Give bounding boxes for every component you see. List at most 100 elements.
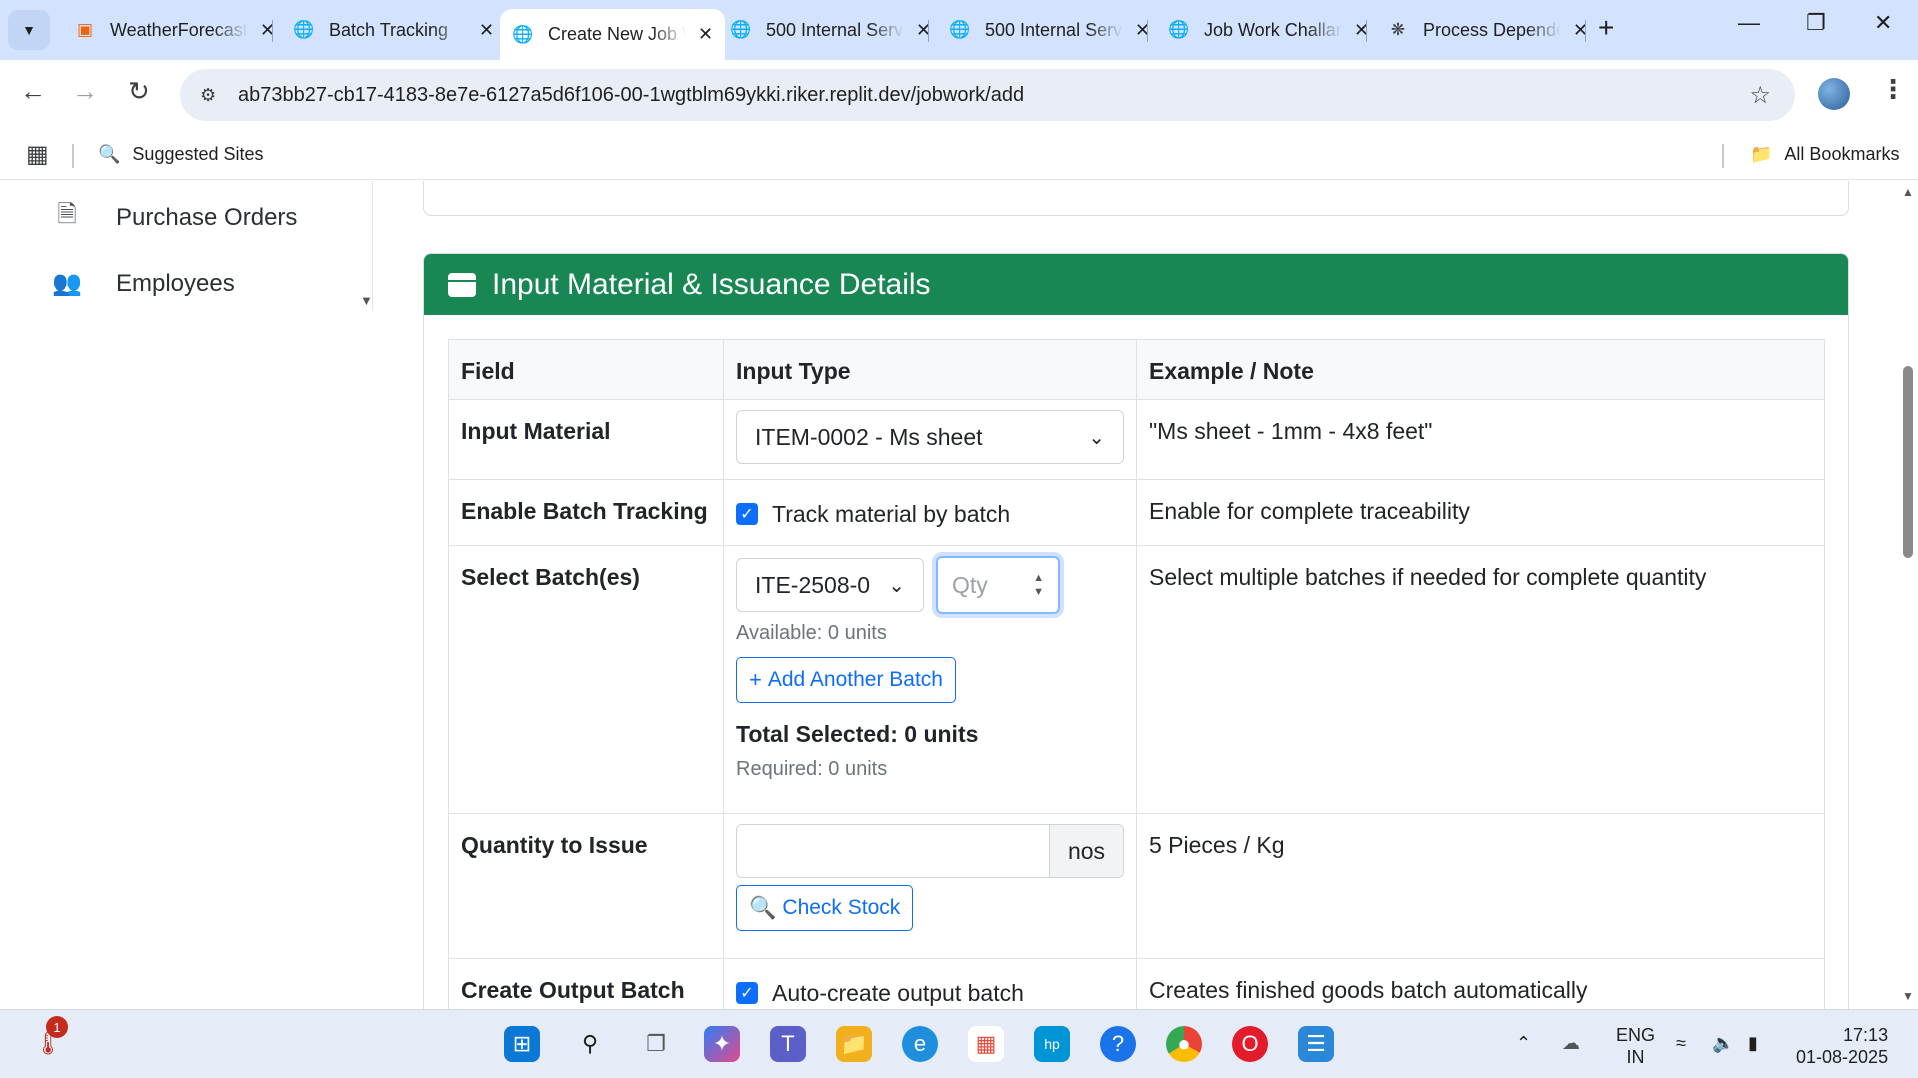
- edge-icon[interactable]: e: [902, 1026, 938, 1062]
- chevron-down-icon: ⌄: [1088, 426, 1105, 449]
- add-another-batch-button[interactable]: + Add Another Batch: [736, 657, 956, 703]
- bookmark-label: All Bookmarks: [1784, 144, 1900, 164]
- volume-icon[interactable]: 🔈: [1712, 1032, 1734, 1054]
- copilot-icon[interactable]: ✦: [704, 1026, 740, 1062]
- plus-icon: +: [749, 667, 762, 692]
- tab-search-button[interactable]: ▼: [8, 10, 50, 50]
- check-stock-button[interactable]: 🔍 Check Stock: [736, 885, 914, 931]
- url-text[interactable]: ab73bb27-cb17-4183-8e7e-6127a5d6f106-00-…: [238, 84, 1024, 107]
- notepad-icon[interactable]: ☰: [1298, 1026, 1334, 1062]
- tab-title: Job Work Challan: [1204, 19, 1342, 40]
- unit-suffix: nos: [1049, 825, 1123, 877]
- close-window-icon[interactable]: ✕: [1874, 10, 1892, 36]
- site-settings-icon[interactable]: ⚙: [200, 85, 226, 106]
- close-icon[interactable]: ✕: [698, 24, 713, 45]
- batch-qty-input[interactable]: Qty ▲ ▼: [936, 556, 1060, 614]
- notification-badge: 1: [46, 1016, 68, 1038]
- sidebar-item-employees[interactable]: 👥 Employees: [50, 269, 235, 298]
- input-material-select[interactable]: ITEM-0002 - Ms sheet ⌄: [736, 410, 1124, 464]
- check-stock-wrap: 🔍 Check Stock: [736, 885, 1124, 931]
- field-label: Select Batch(es): [448, 545, 724, 814]
- battery-icon[interactable]: ▮: [1748, 1032, 1758, 1054]
- browser-toolbar: ← → ↻ ⚙ ab73bb27-cb17-4183-8e7e-6127a5d6…: [0, 60, 1918, 130]
- chevron-down-icon: ⌄: [888, 574, 905, 597]
- table-row: Enable Batch Tracking ✓ Track material b…: [448, 479, 1825, 546]
- address-bar[interactable]: ⚙ ab73bb27-cb17-4183-8e7e-6127a5d6f106-0…: [180, 69, 1795, 121]
- apps-grid-icon[interactable]: ▦: [26, 140, 49, 169]
- folder-icon: 📁: [1750, 144, 1773, 164]
- clock[interactable]: 17:13 01-08-2025: [1796, 1024, 1888, 1068]
- time: 17:13: [1843, 1025, 1889, 1045]
- sidebar-item-label: Employees: [116, 269, 235, 297]
- all-bookmarks-button[interactable]: 📁 All Bookmarks: [1750, 144, 1899, 165]
- date: 01-08-2025: [1796, 1047, 1889, 1067]
- teams-icon[interactable]: T: [770, 1026, 806, 1062]
- available-units: Available: 0 units: [736, 622, 887, 644]
- tab-title: 500 Internal Server Error: [766, 19, 904, 40]
- onedrive-icon[interactable]: ☁: [1562, 1032, 1580, 1054]
- tab-batch-tracking[interactable]: 🌐 Batch Tracking ✕: [281, 9, 506, 51]
- tab-500-error-1[interactable]: 🌐 500 Internal Server Error ✕: [718, 9, 943, 51]
- new-tab-button[interactable]: +: [1598, 12, 1614, 44]
- microsoft-store-icon[interactable]: ▦: [968, 1026, 1004, 1062]
- quantity-issue-input[interactable]: [737, 825, 1049, 877]
- chrome-icon[interactable]: ●: [1166, 1026, 1202, 1062]
- openai-icon: ❋: [1390, 20, 1406, 39]
- show-hidden-icons-chevron[interactable]: ⌃: [1516, 1032, 1531, 1054]
- close-icon[interactable]: ✕: [479, 20, 494, 41]
- tab-separator: [1366, 20, 1367, 42]
- box-icon: [448, 272, 476, 297]
- bookmark-suggested-sites[interactable]: 🔍 Suggested Sites: [98, 144, 264, 165]
- tab-title: Create New Job Work: [548, 24, 686, 44]
- tab-process-dependencies[interactable]: ❋ Process Dependencies ✕: [1375, 9, 1600, 51]
- wifi-icon[interactable]: ≈: [1676, 1032, 1686, 1054]
- checkmark-icon[interactable]: ✓: [736, 982, 758, 1004]
- myhp-icon[interactable]: hp: [1034, 1026, 1070, 1062]
- restore-icon[interactable]: ❐: [1806, 10, 1826, 36]
- checkbox-label: Track material by batch: [772, 500, 1011, 527]
- windows-start-icon[interactable]: ⊞: [504, 1026, 540, 1062]
- opera-icon[interactable]: O: [1232, 1026, 1268, 1062]
- reload-icon[interactable]: ↻: [128, 76, 150, 107]
- batch-tracking-checkbox[interactable]: ✓ Track material by batch: [736, 501, 1010, 528]
- help-icon[interactable]: ?: [1100, 1026, 1136, 1062]
- spinner-arrows-icon[interactable]: ▲ ▼: [1033, 571, 1044, 599]
- file-explorer-icon[interactable]: 📁: [836, 1026, 872, 1062]
- kebab-menu-icon[interactable]: ⋮: [1880, 74, 1906, 105]
- task-view-icon[interactable]: ❐: [638, 1026, 674, 1062]
- tab-500-error-2[interactable]: 🌐 500 Internal Server Error ✕: [937, 9, 1162, 51]
- profile-avatar[interactable]: [1818, 78, 1850, 110]
- bookmark-star-icon[interactable]: ☆: [1749, 81, 1771, 110]
- section-title: Input Material & Issuance Details: [492, 267, 931, 301]
- divider: [72, 144, 74, 168]
- scrollbar-thumb[interactable]: [1903, 366, 1913, 558]
- back-icon[interactable]: ←: [20, 76, 46, 107]
- required-units: Required: 0 units: [736, 758, 888, 780]
- windows-taskbar: 🌡 1 ⊞ ⚲ ❐ ✦ T 📁 e ▦ hp ? ● O ☰ ⌃ ☁ ENG I…: [0, 1009, 1918, 1078]
- sidebar-item-purchase-orders[interactable]: 🗎 Purchase Orders: [50, 197, 297, 238]
- minimize-icon[interactable]: —: [1738, 10, 1760, 36]
- tab-weatherforecast[interactable]: ▣ WeatherForecast ✕: [62, 9, 287, 51]
- globe-icon: 🌐: [293, 20, 315, 39]
- page-viewport: 🗎 Purchase Orders 👥 Employees ▼ Input Ma…: [0, 181, 1918, 1009]
- checkbox-label: Auto-create output batch: [772, 979, 1024, 1006]
- forward-icon[interactable]: →: [72, 76, 98, 107]
- search-icon: 🔍: [98, 144, 121, 164]
- search-icon[interactable]: ⚲: [572, 1026, 608, 1062]
- tab-job-work-challan[interactable]: 🌐 Job Work Challan ✕: [1156, 9, 1381, 51]
- page-scrollbar[interactable]: ▲ ▼: [1898, 181, 1918, 1009]
- input-cell: ✓ Auto-create output batch: [723, 958, 1137, 1009]
- sidebar-scroll-down-icon[interactable]: ▼: [360, 293, 373, 308]
- add-batch-wrap: + Add Another Batch: [736, 657, 1124, 703]
- total-selected: Total Selected: 0 units: [736, 721, 979, 747]
- sidebar: 🗎 Purchase Orders 👥 Employees ▼: [0, 181, 373, 311]
- language-indicator[interactable]: ENG IN: [1616, 1024, 1655, 1068]
- checkmark-icon[interactable]: ✓: [736, 503, 758, 525]
- tab-create-job-work[interactable]: 🌐 Create New Job Work ✕: [500, 9, 726, 60]
- batch-select[interactable]: ITE-2508-0 ⌄: [736, 558, 924, 612]
- scroll-down-icon[interactable]: ▼: [1902, 989, 1914, 1003]
- output-batch-checkbox[interactable]: ✓ Auto-create output batch: [736, 980, 1024, 1007]
- tab-title: Process Dependencies: [1423, 19, 1561, 40]
- scroll-up-icon[interactable]: ▲: [1902, 185, 1914, 199]
- input-cell: ITEM-0002 - Ms sheet ⌄: [723, 399, 1137, 480]
